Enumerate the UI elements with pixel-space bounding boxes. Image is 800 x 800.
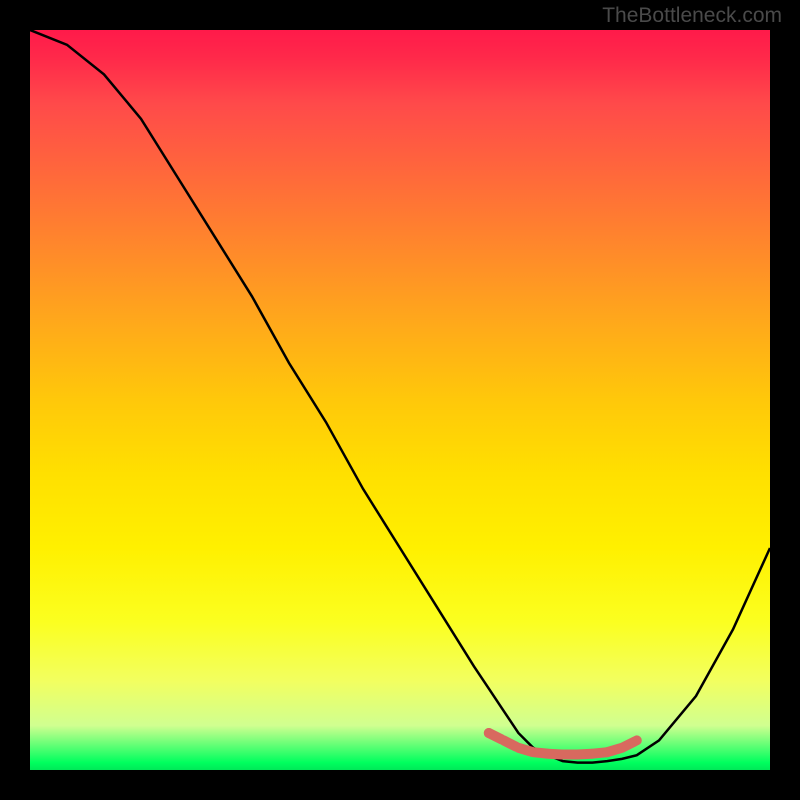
- marker-segment: [548, 754, 563, 755]
- marker-segment: [504, 740, 519, 747]
- marker-segment: [489, 733, 504, 740]
- chart-svg: [30, 30, 770, 770]
- watermark-text: TheBottleneck.com: [602, 4, 782, 28]
- chart-gradient-area: [30, 30, 770, 770]
- marker-dot: [484, 728, 494, 738]
- main-curve-path: [30, 30, 770, 763]
- marker-segment: [578, 754, 593, 755]
- marker-segment: [592, 752, 607, 754]
- marker-dot: [632, 735, 642, 745]
- marker-segment: [622, 740, 637, 747]
- marker-segment: [518, 748, 533, 752]
- marker-segment: [533, 752, 548, 754]
- marker-segment: [607, 748, 622, 752]
- marker-band-group: [484, 728, 642, 755]
